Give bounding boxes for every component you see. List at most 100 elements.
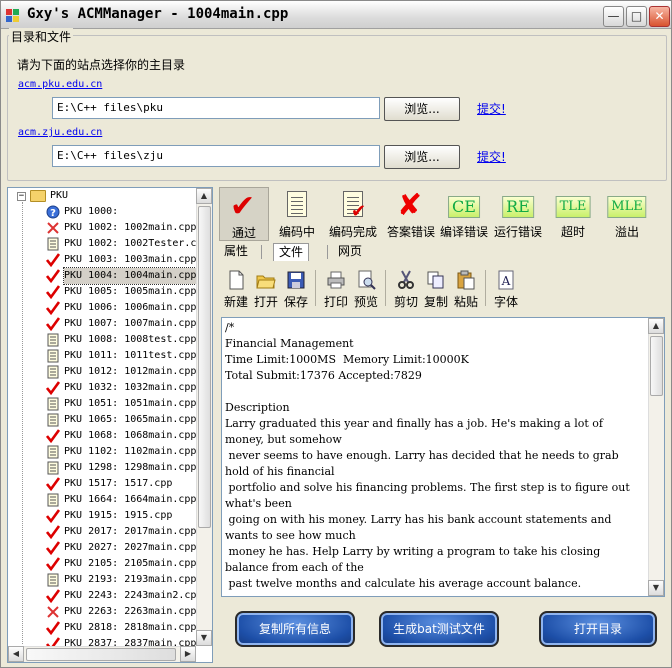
- tree-item-label: PKU 1008: 1008test.cpp: [64, 334, 197, 345]
- status-mle-button[interactable]: MLE 溢出: [607, 187, 647, 241]
- tree-item[interactable]: PKU 1011: 1011test.cpp: [8, 348, 196, 364]
- tree-item[interactable]: PKU 1006: 1006main.cpp: [8, 300, 196, 316]
- status-label: 超时: [560, 225, 585, 239]
- main-window: Gxy's ACMManager - 1004main.cpp — □ ✕ 目录…: [0, 0, 672, 668]
- site1-link[interactable]: acm.pku.edu.cn: [18, 79, 102, 90]
- site1-browse-button[interactable]: 浏览...: [384, 97, 460, 121]
- tree-item[interactable]: PKU 1004: 1004main.cpp: [8, 267, 198, 285]
- svg-text:?: ?: [50, 208, 56, 219]
- status-runtime-error-button[interactable]: RE 运行错误: [493, 187, 543, 241]
- tree-item[interactable]: PKU 2243: 2243main2.cpp: [8, 588, 202, 604]
- tree-item[interactable]: PKU 1664: 1664main.cpp: [8, 492, 196, 508]
- site2-submit-link[interactable]: 提交!: [477, 148, 506, 165]
- mle-badge-icon: MLE: [607, 196, 647, 218]
- status-tle-button[interactable]: TLE 超时: [553, 187, 593, 241]
- site1-path-input[interactable]: E:\C++ files\pku: [52, 97, 380, 119]
- tab-file[interactable]: 文件: [273, 243, 310, 261]
- paste-button[interactable]: 粘贴: [451, 267, 481, 311]
- font-button[interactable]: A 字体: [491, 267, 521, 311]
- tree-item[interactable]: PKU 1032: 1032main.cpp: [8, 380, 196, 396]
- tree-item[interactable]: PKU 1102: 1102main.cpp: [8, 444, 196, 460]
- tab-properties[interactable]: 属性: [219, 243, 253, 261]
- tree-root-label: PKU: [50, 190, 69, 201]
- print-icon: [327, 271, 345, 289]
- problem-tree[interactable]: − PKU ? PKU 1000: PKU 1002: 1002main.cpp PK…: [7, 187, 213, 663]
- site2-path-input[interactable]: E:\C++ files\zju: [52, 145, 380, 167]
- status-coded-button[interactable]: ✔ 编码完成: [325, 187, 381, 241]
- document-icon: [46, 573, 60, 587]
- check-icon: [45, 589, 61, 604]
- tree-item[interactable]: PKU 1003: 1003main.cpp: [8, 252, 196, 268]
- document-icon: [46, 365, 60, 379]
- tree-horizontal-scrollbar[interactable]: ◀ ▶: [8, 646, 196, 662]
- tree-scroll-thumb[interactable]: [198, 206, 211, 528]
- site1-submit-link[interactable]: 提交!: [477, 100, 506, 117]
- source-editor[interactable]: /* Financial Management Time Limit:1000M…: [221, 317, 665, 597]
- document-icon: [46, 349, 60, 363]
- tree-item[interactable]: PKU 2017: 2017main.cpp: [8, 524, 196, 540]
- scroll-down-arrow-icon[interactable]: ▼: [648, 580, 664, 596]
- status-compile-error-button[interactable]: CE 编译错误: [439, 187, 489, 241]
- document-icon: [46, 493, 60, 507]
- open-directory-button[interactable]: 打开目录: [539, 611, 657, 647]
- window-title: Gxy's ACMManager - 1004main.cpp: [27, 6, 289, 22]
- folder-icon: [30, 190, 46, 202]
- tree-item-label: PKU 1004: 1004main.cpp: [62, 267, 198, 285]
- tree-item[interactable]: PKU 1065: 1065main.cpp: [8, 412, 196, 428]
- tree-item[interactable]: PKU 2263: 2263main.cpp: [8, 604, 196, 620]
- tree-item-label: PKU 1007: 1007main.cpp: [64, 318, 197, 329]
- minimize-button[interactable]: —: [603, 6, 624, 27]
- check-icon: ✔: [230, 189, 256, 224]
- tree-item[interactable]: PKU 1002: 1002main.cpp: [8, 220, 196, 236]
- copy-icon: [427, 271, 444, 289]
- tab-web[interactable]: 网页: [333, 243, 367, 261]
- check-icon: [45, 477, 61, 492]
- tree-item[interactable]: PKU 2027: 2027main.cpp: [8, 540, 196, 556]
- tree-item[interactable]: PKU 1298: 1298main.cpp: [8, 460, 196, 476]
- generate-bat-button[interactable]: 生成bat测试文件: [379, 611, 499, 647]
- scroll-up-arrow-icon[interactable]: ▲: [196, 188, 212, 204]
- collapse-icon[interactable]: −: [17, 192, 26, 201]
- title-bar[interactable]: Gxy's ACMManager - 1004main.cpp — □ ✕: [1, 1, 671, 29]
- tree-item-label: PKU 1068: 1068main.cpp: [64, 430, 197, 441]
- tree-item[interactable]: PKU 2818: 2818main.cpp: [8, 620, 196, 636]
- preview-button[interactable]: 预览: [351, 267, 381, 311]
- tree-item[interactable]: PKU 1005: 1005main.cpp: [8, 284, 196, 300]
- close-button[interactable]: ✕: [649, 6, 670, 27]
- tree-hscroll-thumb[interactable]: [26, 648, 176, 661]
- tree-item-label: PKU 1915: 1915.cpp: [64, 510, 173, 521]
- scroll-right-arrow-icon[interactable]: ▶: [180, 646, 196, 662]
- status-wrong-answer-button[interactable]: ✘ 答案错误: [385, 187, 437, 241]
- scroll-down-arrow-icon[interactable]: ▼: [196, 630, 212, 646]
- tree-item[interactable]: PKU 2193: 2193main.cpp: [8, 572, 196, 588]
- tree-item[interactable]: PKU 1051: 1051main.cpp: [8, 396, 196, 412]
- tree-item[interactable]: PKU 2105: 2105main.cpp: [8, 556, 196, 572]
- status-accepted-button[interactable]: ✔ 通过: [219, 187, 269, 241]
- save-file-button[interactable]: 保存: [281, 267, 311, 311]
- tree-item-label: PKU 1002: 1002Tester.c: [64, 238, 197, 249]
- editor-vertical-scrollbar[interactable]: ▲ ▼: [648, 318, 664, 596]
- copy-all-info-button[interactable]: 复制所有信息: [235, 611, 355, 647]
- tree-vertical-scrollbar[interactable]: ▲ ▼: [196, 188, 212, 646]
- tree-item[interactable]: PKU 1915: 1915.cpp: [8, 508, 196, 524]
- tree-item[interactable]: PKU 1012: 1012main.cpp: [8, 364, 196, 380]
- site2-link[interactable]: acm.zju.edu.cn: [18, 127, 102, 138]
- editor-scroll-thumb[interactable]: [650, 336, 663, 396]
- maximize-button[interactable]: □: [626, 6, 647, 27]
- tree-item[interactable]: PKU 1007: 1007main.cpp: [8, 316, 196, 332]
- scroll-left-arrow-icon[interactable]: ◀: [8, 646, 24, 662]
- status-coding-button[interactable]: 编码中: [275, 187, 319, 241]
- check-icon: [45, 557, 61, 572]
- scroll-up-arrow-icon[interactable]: ▲: [648, 318, 664, 334]
- tree-item[interactable]: PKU 1517: 1517.cpp: [8, 476, 196, 492]
- editor-content[interactable]: /* Financial Management Time Limit:1000M…: [225, 320, 645, 592]
- tree-root[interactable]: − PKU: [8, 188, 196, 204]
- status-label: 通过: [231, 226, 256, 240]
- tree-item[interactable]: PKU 1002: 1002Tester.c: [8, 236, 196, 252]
- tree-item[interactable]: ? PKU 1000:: [8, 204, 196, 220]
- status-label: 编译错误: [439, 225, 488, 239]
- tree-item[interactable]: PKU 1068: 1068main.cpp: [8, 428, 196, 444]
- tree-item[interactable]: PKU 1008: 1008test.cpp: [8, 332, 196, 348]
- check-icon: [45, 317, 61, 332]
- site2-browse-button[interactable]: 浏览...: [384, 145, 460, 169]
